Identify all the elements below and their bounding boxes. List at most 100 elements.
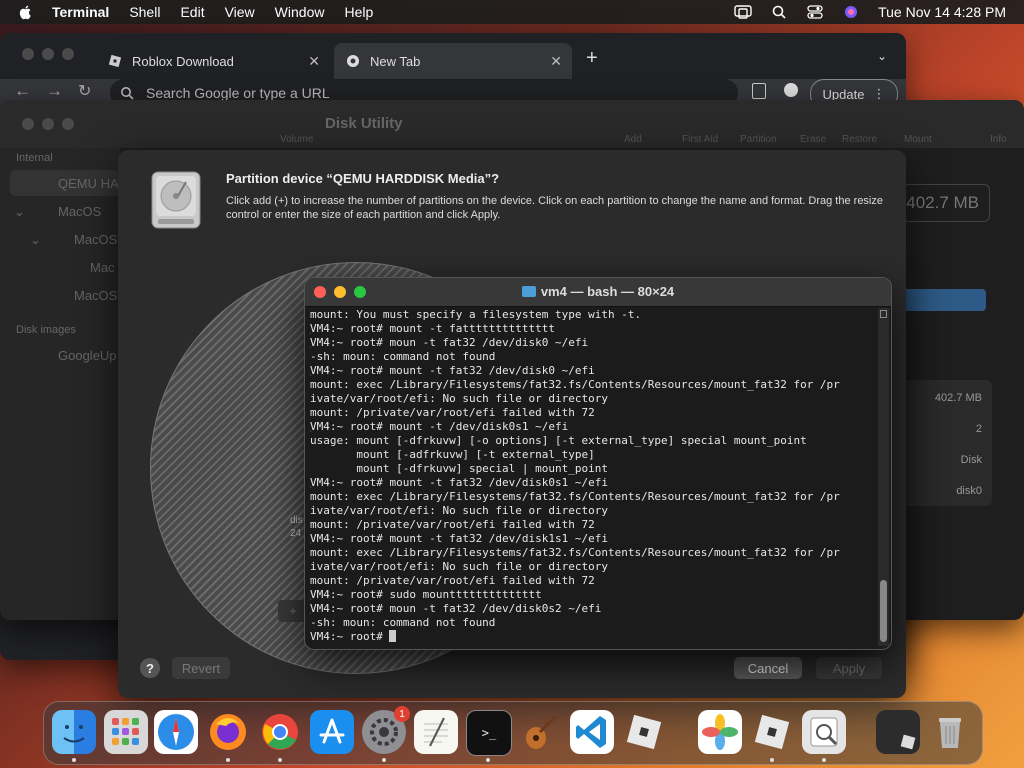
sidebar-item-macos-container[interactable]: MacOS xyxy=(58,204,101,219)
hard-disk-icon xyxy=(151,171,201,229)
info-capacity-value: 402.7 MB xyxy=(934,392,982,404)
menu-app-name[interactable]: Terminal xyxy=(52,4,109,20)
browser-tab-roblox[interactable]: Roblox Download ✕ xyxy=(96,43,330,79)
sidebar-item-googleup[interactable]: GoogleUp xyxy=(58,348,117,363)
profile-avatar-icon[interactable] xyxy=(784,83,798,97)
partition-size-label: 24 xyxy=(290,528,302,539)
chevron-down-icon[interactable]: ⌄ xyxy=(30,232,41,248)
close-window-button[interactable] xyxy=(22,48,34,60)
terminal-window: vm4 — bash — 80×24 mount: You must speci… xyxy=(304,277,892,650)
partition-name-label: dis xyxy=(290,515,303,526)
back-arrow-icon[interactable]: ← xyxy=(14,81,31,101)
terminal-line: ivate/var/root/efi: No such file or dire… xyxy=(310,392,609,405)
menu-edit[interactable]: Edit xyxy=(180,4,204,20)
notification-badge: 1 xyxy=(394,706,410,722)
minimize-window-button[interactable] xyxy=(42,118,54,130)
partition-sheet-description: Click add (+) to increase the number of … xyxy=(226,195,883,221)
running-indicator xyxy=(770,758,774,762)
menu-help[interactable]: Help xyxy=(344,4,373,20)
terminal-line: VM4:~ root# sudo mountttttttttttttt xyxy=(310,588,872,602)
toolbar-info-label[interactable]: Info xyxy=(990,134,1007,145)
tab-search-chevron-icon[interactable]: ⌄ xyxy=(877,49,887,63)
menu-shell[interactable]: Shell xyxy=(129,4,160,20)
menu-window[interactable]: Window xyxy=(275,4,325,20)
menu-datetime[interactable]: Tue Nov 14 4:28 PM xyxy=(878,4,1006,20)
terminal-line: mount: exec /Library/Filesystems/fat32.f… xyxy=(310,490,840,503)
siri-icon[interactable] xyxy=(842,5,860,19)
system-settings-icon[interactable]: 1 xyxy=(362,706,410,754)
browser-tab-new-tab[interactable]: New Tab ✕ xyxy=(334,43,572,79)
info-type-value: Disk xyxy=(960,454,982,466)
browser-tab-label: New Tab xyxy=(370,53,421,69)
safari-icon[interactable] xyxy=(154,710,198,754)
reload-icon[interactable]: ↻ xyxy=(78,81,91,101)
textedit-icon[interactable] xyxy=(414,710,458,754)
partition-pie-label: dis 24 xyxy=(290,514,303,540)
terminal-scrollbar[interactable] xyxy=(878,308,889,646)
roblox-icon[interactable] xyxy=(622,710,666,754)
roblox-favicon-icon xyxy=(108,54,122,68)
apply-button[interactable]: Apply xyxy=(816,657,882,679)
toolbar-volume-label[interactable]: Volume xyxy=(280,134,313,145)
terminal-line: mount: /private/var/root/efi failed with… xyxy=(310,574,595,587)
menu-view[interactable]: View xyxy=(225,4,255,20)
preview-icon[interactable] xyxy=(802,710,846,754)
terminal-prompt: VM4:~ root# xyxy=(310,630,390,643)
chevron-down-icon[interactable]: ⌄ xyxy=(14,204,25,220)
finder-icon[interactable] xyxy=(52,710,96,754)
terminal-line: VM4:~ root# mount -t fat32 /dev/disk0 ~/… xyxy=(310,364,872,378)
menu-bar: Terminal Shell Edit View Window Help Tue… xyxy=(0,0,1024,24)
cancel-button[interactable]: Cancel xyxy=(734,657,802,679)
trash-icon[interactable] xyxy=(928,710,972,754)
running-indicator xyxy=(822,758,826,762)
sidebar-item-macos-data[interactable]: MacOS xyxy=(74,288,117,303)
running-indicator xyxy=(72,758,76,762)
garageband-icon[interactable] xyxy=(518,710,562,754)
help-button[interactable]: ? xyxy=(140,658,160,678)
disk-utility-title: Disk Utility xyxy=(325,115,403,132)
toolbar-restore-label[interactable]: Restore xyxy=(842,134,877,145)
window-thumbnail-icon[interactable] xyxy=(876,710,920,754)
toolbar-mount-label[interactable]: Mount xyxy=(904,134,932,145)
new-tab-plus-icon[interactable]: + xyxy=(586,47,598,70)
sidebar-section-internal: Internal xyxy=(16,152,53,164)
info-device-value: disk0 xyxy=(956,485,982,497)
revert-button[interactable]: Revert xyxy=(172,657,230,679)
close-tab-icon[interactable]: ✕ xyxy=(550,53,562,70)
roblox-icon[interactable] xyxy=(750,710,794,754)
terminal-output[interactable]: mount: You must specify a filesystem typ… xyxy=(310,308,872,646)
disk-utility-sidebar: Internal QEMU HA ⌄ MacOS ⌄ MacOS Mac Mac… xyxy=(0,148,120,620)
spotlight-search-icon[interactable] xyxy=(770,5,788,19)
toolbar-add-label[interactable]: Add xyxy=(624,134,642,145)
app-store-icon[interactable] xyxy=(310,710,354,754)
sidebar-item-macos-volume[interactable]: MacOS xyxy=(74,232,117,247)
firefox-icon[interactable] xyxy=(206,710,250,754)
photos-icon[interactable] xyxy=(698,710,742,754)
minimize-window-button[interactable] xyxy=(42,48,54,60)
terminal-line: -sh: moun: command not found xyxy=(310,350,496,363)
capacity-display: 402.7 MB xyxy=(902,184,990,222)
close-window-button[interactable] xyxy=(22,118,34,130)
terminal-line: ivate/var/root/efi: No such file or dire… xyxy=(310,560,609,573)
terminal-line: ivate/var/root/efi: No such file or dire… xyxy=(310,504,609,517)
zoom-window-button[interactable] xyxy=(62,118,74,130)
terminal-icon[interactable]: >_ xyxy=(466,710,512,756)
terminal-scrollbar-thumb[interactable] xyxy=(880,580,887,642)
chrome-icon[interactable] xyxy=(258,710,302,754)
terminal-prompt-line[interactable]: VM4:~ root# xyxy=(310,630,872,644)
side-panel-icon[interactable] xyxy=(752,83,766,99)
apple-logo-icon[interactable] xyxy=(18,4,34,20)
toolbar-partition-label[interactable]: Partition xyxy=(740,134,777,145)
screen-mirroring-icon[interactable] xyxy=(734,5,752,19)
toolbar-erase-label[interactable]: Erase xyxy=(800,134,826,145)
terminal-line: VM4:~ root# mount -t /dev/disk0s1 ~/efi xyxy=(310,420,872,434)
vscode-icon[interactable] xyxy=(570,710,614,754)
close-tab-icon[interactable]: ✕ xyxy=(308,53,320,70)
sidebar-item-mac-snapshot[interactable]: Mac xyxy=(90,260,115,275)
toolbar-first-aid-label[interactable]: First Aid xyxy=(682,134,718,145)
sidebar-item-qemu[interactable]: QEMU HA xyxy=(58,176,119,191)
zoom-window-button[interactable] xyxy=(62,48,74,60)
forward-arrow-icon[interactable]: → xyxy=(46,81,63,101)
launchpad-icon[interactable] xyxy=(104,710,148,754)
control-center-icon[interactable] xyxy=(806,5,824,19)
